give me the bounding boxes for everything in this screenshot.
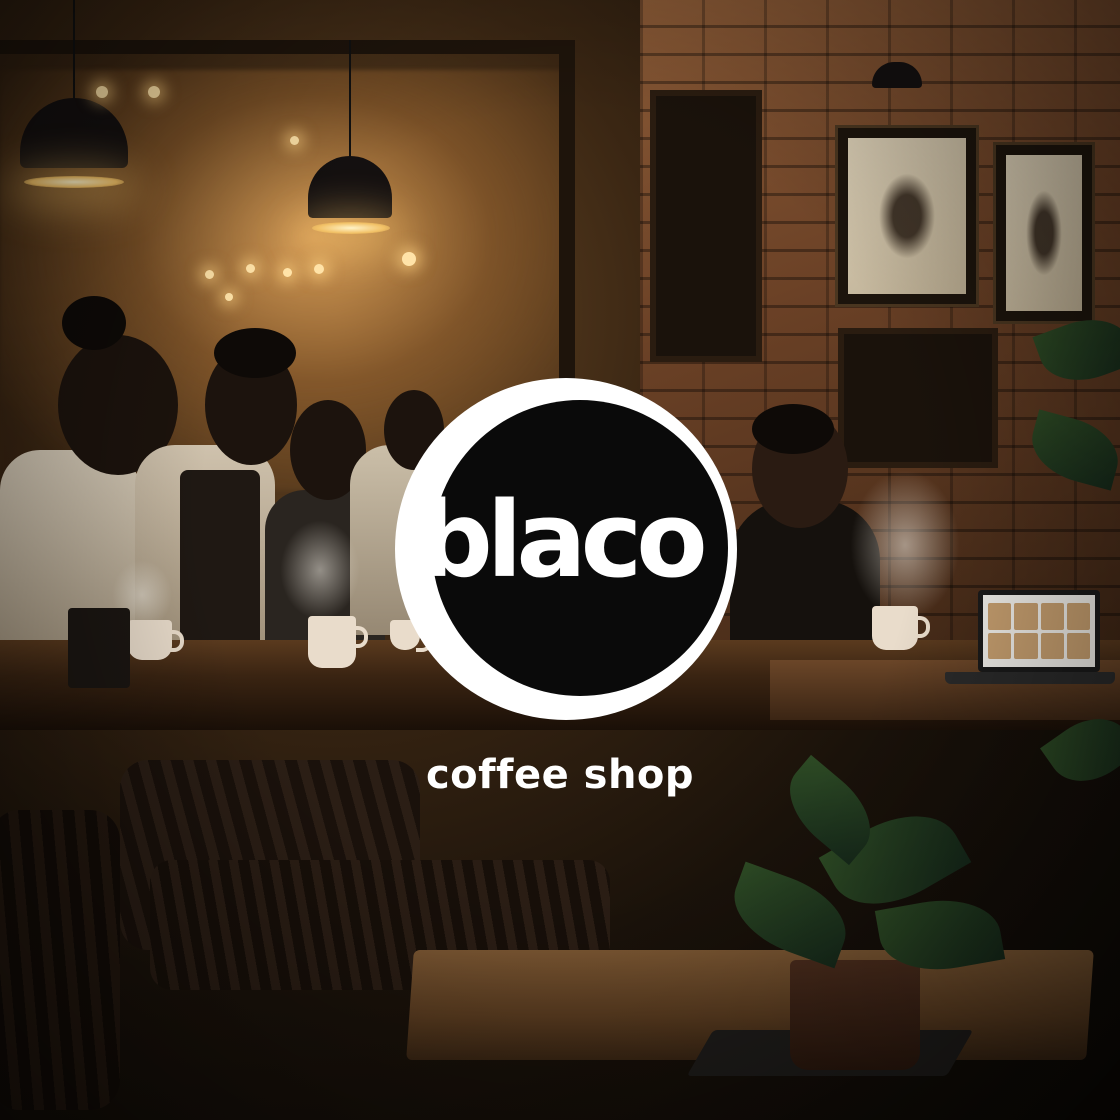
picture-frame-icon <box>835 125 979 307</box>
barista-hair-bun <box>62 296 126 350</box>
coffee-cup-icon <box>128 620 184 660</box>
brand-wordmark: blaco <box>418 479 707 601</box>
bokeh-light <box>314 264 324 274</box>
bokeh-light <box>96 86 108 98</box>
coffee-cup-icon <box>308 616 368 668</box>
bokeh-light <box>148 86 160 98</box>
barista-hair-bun <box>214 328 296 378</box>
picture-frame-icon <box>993 142 1095 324</box>
lamp-cord <box>349 40 351 158</box>
customer-hair <box>752 404 834 454</box>
plant-pot <box>790 960 920 1070</box>
brand-tagline: coffee shop <box>425 752 695 798</box>
laptop-display <box>983 595 1095 667</box>
bokeh-light <box>290 136 299 145</box>
lamp-glow <box>312 222 390 234</box>
bokeh-light <box>283 268 292 277</box>
leather-armchair <box>0 810 120 1110</box>
lamp-glow <box>24 176 124 188</box>
bokeh-light <box>246 264 255 273</box>
laptop-base <box>945 672 1115 684</box>
coffee-cup-icon <box>872 606 930 650</box>
coffee-machine <box>68 608 130 688</box>
steam-wisp <box>850 470 960 620</box>
wall-poster-frame <box>650 90 762 362</box>
steam-wisp <box>280 520 360 620</box>
lamp-cord <box>73 0 75 100</box>
bokeh-light <box>402 252 416 266</box>
bokeh-light <box>225 293 233 301</box>
laptop-icon <box>978 590 1100 672</box>
wall-sign-frame <box>838 328 998 468</box>
coffee-shop-scene: blaco coffee shop <box>0 0 1120 1120</box>
bokeh-light <box>205 270 214 279</box>
barista-apron <box>180 470 260 650</box>
